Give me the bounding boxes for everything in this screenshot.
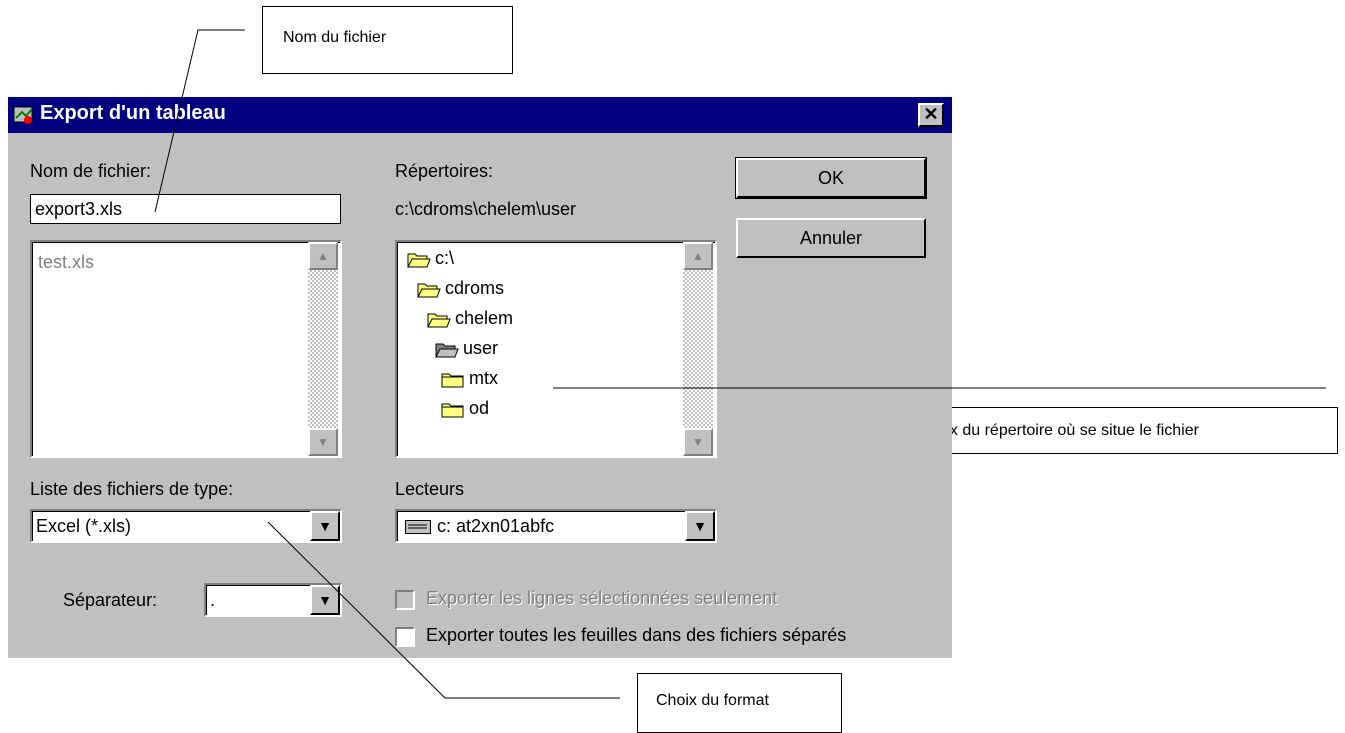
- file-type-dropdown-button[interactable]: ▼: [310, 511, 340, 541]
- ok-button[interactable]: OK: [735, 157, 927, 199]
- selected-only-label: Exporter les lignes sélectionnées seulem…: [426, 588, 778, 608]
- all-sheets-label: Exporter toutes les feuilles dans des fi…: [426, 625, 847, 645]
- callout-filename: Nom du fichier: [262, 6, 513, 74]
- scroll-up-button[interactable]: ▲: [308, 242, 338, 270]
- open-folder-icon: [427, 313, 451, 328]
- file-type-select[interactable]: Excel (*.xls) ▼: [30, 509, 342, 543]
- dialog-title: Export d'un tableau: [40, 102, 226, 124]
- separator-dropdown-button[interactable]: ▼: [310, 585, 340, 615]
- drive-select[interactable]: c: at2xn01abfc ▼: [395, 509, 717, 543]
- drive-dropdown-button[interactable]: ▼: [685, 511, 715, 541]
- callout-filename-text: Nom du fichier: [283, 29, 387, 46]
- title-bar[interactable]: Export d'un tableau ✕: [8, 97, 952, 133]
- drive-icon: [405, 520, 431, 539]
- files-scrollbar[interactable]: ▲ ▼: [308, 242, 338, 456]
- cancel-button[interactable]: Annuler: [736, 218, 926, 258]
- callout-directory-text: Choix du répertoire où se situe le fichi…: [917, 422, 1199, 439]
- open-folder-selected-icon: [435, 343, 459, 358]
- scroll-down-button[interactable]: ▼: [683, 428, 713, 456]
- close-icon: ✕: [923, 104, 939, 124]
- closed-folder-icon: [441, 403, 464, 418]
- selected-only-checkbox[interactable]: [395, 590, 415, 610]
- directories-label: Répertoires:: [395, 161, 494, 181]
- export-dialog: Export d'un tableau ✕ Nom de fichier: ex…: [8, 97, 952, 658]
- callout-directory: Choix du répertoire où se situe le fichi…: [898, 407, 1338, 454]
- directories-listbox[interactable]: c:\ cdroms chelem user mtx od ▲ ▼: [395, 240, 717, 458]
- current-path: c:\cdroms\chelem\user: [395, 199, 577, 219]
- open-folder-icon: [407, 253, 431, 268]
- file-item[interactable]: test.xls: [38, 252, 94, 273]
- scroll-up-button[interactable]: ▲: [683, 242, 713, 270]
- directories-scrollbar[interactable]: ▲ ▼: [683, 242, 713, 456]
- chevron-down-icon: ▼: [318, 518, 332, 534]
- all-sheets-checkbox[interactable]: [395, 627, 415, 647]
- files-listbox[interactable]: test.xls ▲ ▼: [30, 240, 342, 458]
- open-folder-icon: [417, 283, 441, 298]
- callout-format-text: Choix du format: [656, 692, 769, 709]
- callout-format: Choix du format: [637, 673, 842, 733]
- drives-label: Lecteurs: [395, 479, 465, 499]
- app-icon: [12, 104, 36, 131]
- close-button[interactable]: ✕: [918, 103, 944, 127]
- chevron-down-icon: ▼: [693, 518, 707, 534]
- closed-folder-icon: [441, 373, 464, 388]
- file-type-label: Liste des fichiers de type:: [30, 479, 234, 499]
- separator-label: Séparateur:: [63, 590, 158, 610]
- filename-label: Nom de fichier:: [30, 161, 152, 181]
- chevron-down-icon: ▼: [318, 592, 332, 608]
- scroll-down-button[interactable]: ▼: [308, 428, 338, 456]
- filename-input[interactable]: export3.xls: [30, 194, 341, 224]
- separator-select[interactable]: . ▼: [204, 583, 342, 617]
